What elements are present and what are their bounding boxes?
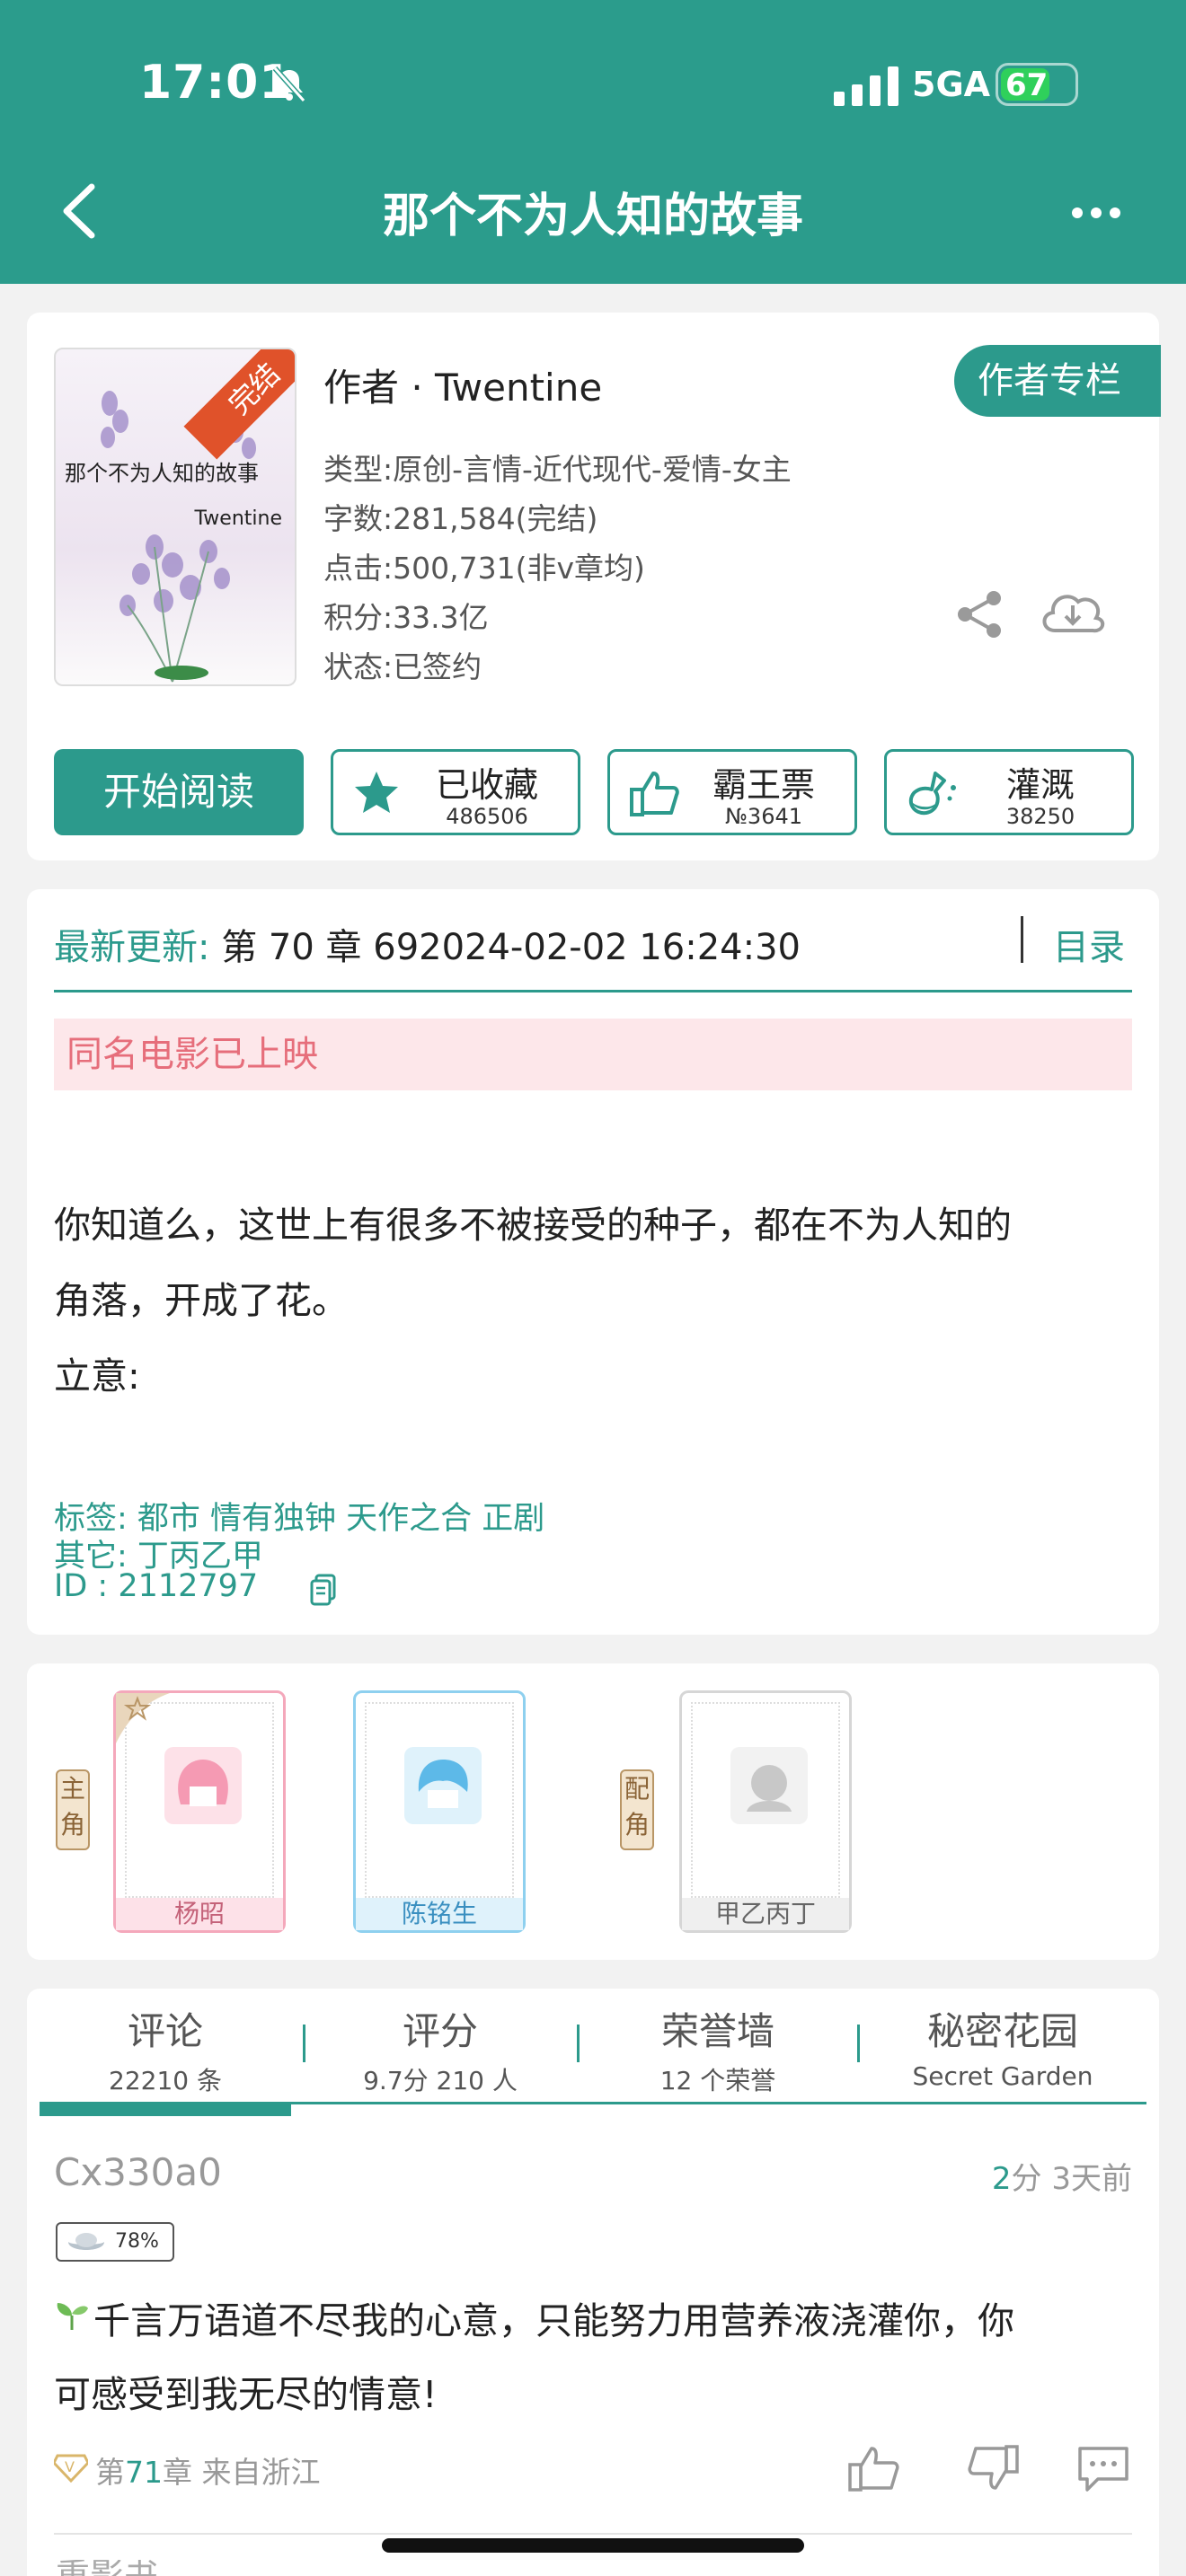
- intro-line: 立意:: [54, 1354, 140, 1398]
- comment-time: 3天前: [1051, 2161, 1132, 2197]
- comment-meta: 2分 3天前: [992, 2154, 1132, 2198]
- character-name: 杨昭: [116, 1898, 283, 1930]
- cover-author: Twentine: [194, 507, 283, 530]
- main-role-badge: 主角: [56, 1769, 90, 1850]
- comment-score: 2: [991, 2161, 1012, 2197]
- book-status: 状态:已签约: [323, 649, 482, 684]
- author-column-button[interactable]: 作者专栏: [954, 345, 1161, 417]
- signal-icon: [834, 66, 898, 106]
- latest-update-text: 第 70 章 692024-02-02 16:24:30: [209, 927, 801, 968]
- book-words: 字数:281,584(完结): [323, 501, 598, 536]
- tab-count: 9.7分 210 人: [363, 2066, 518, 2095]
- share-icon[interactable]: [954, 589, 1006, 640]
- tab-rating[interactable]: 评分 9.7分 210 人: [314, 2001, 566, 2097]
- svg-text:V: V: [65, 2458, 75, 2475]
- ingot-icon: [68, 2233, 104, 2250]
- vote-button[interactable]: 霸王票 №3641: [607, 749, 857, 835]
- home-indicator: [382, 2538, 804, 2553]
- support-role-badge: 配角: [620, 1769, 654, 1850]
- tab-count: 12 个荣誉: [659, 2066, 776, 2095]
- bell-muted-icon: [272, 66, 306, 102]
- avatar: [404, 1747, 482, 1824]
- tab-label: 评论: [127, 2009, 203, 2053]
- character-card[interactable]: 陈铭生: [353, 1690, 526, 1933]
- user-level-text: 78%: [115, 2230, 159, 2253]
- book-genre: 类型:原创-言情-近代现代-爱情-女主: [323, 452, 792, 487]
- comment-score-unit: 分: [1011, 2161, 1042, 2197]
- active-tab-indicator: [40, 2102, 291, 2116]
- intro-line: 角落，开成了花。: [54, 1279, 349, 1322]
- chapter-prefix: 第: [95, 2455, 125, 2490]
- next-comment-username[interactable]: 重影书: [56, 2560, 158, 2576]
- vote-count: №3641: [724, 804, 803, 829]
- battery-icon: 67: [996, 63, 1078, 106]
- tab-label: 荣誉墙: [660, 2009, 774, 2053]
- favorite-count: 486506: [446, 804, 528, 829]
- favorite-label: 已收藏: [435, 765, 538, 805]
- latest-update-label: 最新更新:: [54, 927, 210, 968]
- tab-label: 评分: [402, 2009, 478, 2053]
- toc-link[interactable]: 目录: [1053, 918, 1125, 970]
- dislike-icon[interactable]: [965, 2443, 1021, 2493]
- book-score: 积分:33.3亿: [323, 600, 489, 635]
- more-icon[interactable]: [1069, 205, 1123, 221]
- tab-count: Secret Garden: [912, 2061, 1093, 2091]
- user-level-badge: 78%: [56, 2222, 174, 2262]
- tab-divider: [857, 2025, 860, 2062]
- tab-comments[interactable]: 评论 22210 条: [40, 2001, 291, 2097]
- notice-banner: 同名电影已上映: [54, 1019, 1132, 1090]
- avatar: [164, 1747, 242, 1824]
- tab-count: 22210 条: [109, 2066, 222, 2095]
- divider: [54, 990, 1132, 992]
- comment-text: 可感受到我无尽的情意!: [54, 2373, 438, 2416]
- tab-secret-garden[interactable]: 秘密花园 Secret Garden: [868, 2001, 1137, 2091]
- network-label: 5GA: [912, 65, 991, 104]
- book-clicks: 点击:500,731(非v章均): [323, 551, 645, 586]
- reply-icon[interactable]: [1075, 2445, 1132, 2493]
- battery-level: 67: [1005, 67, 1049, 103]
- favorite-button[interactable]: 已收藏 486506: [331, 749, 580, 835]
- star-corner-icon: [116, 1693, 170, 1743]
- water-label: 灌溉: [1005, 765, 1075, 805]
- comment-footer: V 第71章 来自浙江: [54, 2448, 321, 2492]
- copy-icon[interactable]: [309, 1574, 338, 1606]
- tab-honor-wall[interactable]: 荣誉墙 12 个荣誉: [589, 2001, 846, 2097]
- intro-line: 你知道么，这世上有很多不被接受的种子，都在不为人知的: [54, 1204, 1012, 1247]
- author-name[interactable]: 作者 · Twentine: [323, 357, 602, 412]
- water-count: 38250: [1005, 804, 1075, 829]
- divider: [1021, 916, 1023, 963]
- character-name: 陈铭生: [356, 1898, 523, 1930]
- start-reading-button[interactable]: 开始阅读: [54, 749, 304, 835]
- character-name: 甲乙丙丁: [682, 1898, 849, 1930]
- vote-label: 霸王票: [712, 765, 815, 805]
- avatar: [730, 1747, 808, 1824]
- book-cover[interactable]: 完结 那个不为人知的故事 Twentine: [54, 348, 296, 686]
- comment-text: 千言万语道不尽我的心意，只能努力用营养液浇灌你，你: [93, 2299, 1014, 2342]
- header: 17:01 5GA 67 那个不为人知的故事: [0, 0, 1186, 284]
- book-id-text: ID : 2112797: [54, 1568, 259, 1604]
- tab-divider: [577, 2025, 580, 2062]
- tab-label: 秘密花园: [926, 2009, 1078, 2053]
- divider: [54, 2533, 1132, 2535]
- character-card[interactable]: 甲乙丙丁: [679, 1690, 852, 1933]
- chapter-location: 章 来自浙江: [163, 2455, 321, 2490]
- tab-divider: [303, 2025, 305, 2062]
- download-cloud-icon[interactable]: [1039, 584, 1107, 640]
- like-icon[interactable]: [846, 2443, 902, 2493]
- book-id[interactable]: ID : 2112797: [54, 1568, 336, 1606]
- vip-badge-icon: V: [54, 2454, 88, 2483]
- chapter-number: 71: [125, 2455, 163, 2490]
- water-button[interactable]: 灌溉 38250: [884, 749, 1134, 835]
- page-title: 那个不为人知的故事: [382, 190, 803, 243]
- comment-username[interactable]: Cx330a0: [54, 2150, 222, 2194]
- latest-update[interactable]: 最新更新: 第 70 章 692024-02-02 16:24:30: [54, 918, 801, 970]
- sprout-icon: [57, 2303, 88, 2330]
- cover-title: 那个不为人知的故事: [65, 461, 259, 486]
- character-card[interactable]: 杨昭: [113, 1690, 286, 1933]
